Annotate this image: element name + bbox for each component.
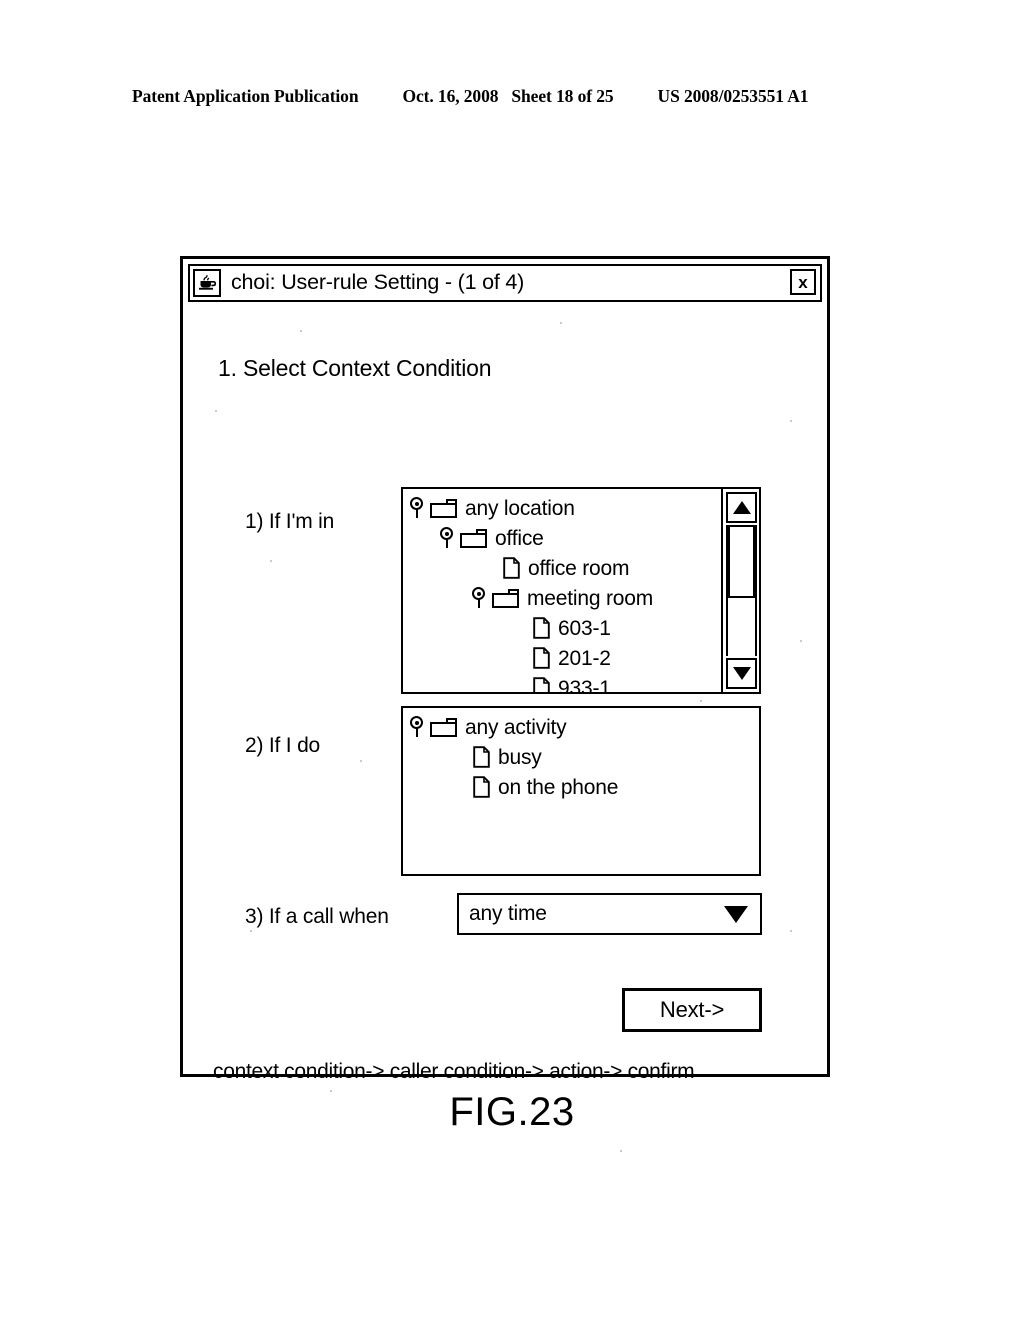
list-item-label: office room	[528, 556, 630, 580]
list-item[interactable]: 933-1	[409, 673, 719, 694]
time-dropdown[interactable]: any time	[457, 893, 762, 935]
document-icon	[473, 776, 490, 798]
tree-toggle-icon[interactable]	[471, 587, 486, 609]
list-item[interactable]: busy	[409, 742, 759, 772]
folder-icon	[460, 528, 487, 548]
time-dropdown-value: any time	[469, 902, 547, 925]
folder-icon	[492, 588, 519, 608]
list-item-label: any location	[465, 496, 575, 520]
activity-tree-list: any activity busy on the phone	[403, 708, 759, 802]
scrollbar-thumb[interactable]	[728, 525, 755, 599]
list-item[interactable]: 603-1	[409, 613, 719, 643]
close-icon[interactable]: x	[790, 269, 816, 295]
list-item-label: busy	[498, 745, 542, 769]
triangle-up-icon[interactable]	[726, 492, 757, 523]
page-title: 1. Select Context Condition	[218, 355, 492, 381]
row-label-time: 3) If a call when	[245, 905, 389, 928]
scrollbar-track[interactable]	[726, 525, 757, 656]
list-item[interactable]: office room	[409, 553, 719, 583]
document-icon	[533, 677, 550, 692]
location-tree-list: any location office office room meeting …	[403, 489, 719, 694]
list-item-label: meeting room	[527, 586, 653, 610]
tree-toggle-icon[interactable]	[439, 527, 454, 549]
activity-tree-panel[interactable]: any activity busy on the phone	[401, 706, 761, 876]
coffee-cup-icon	[193, 269, 221, 297]
list-item-label: 933-1	[558, 676, 611, 694]
triangle-down-icon[interactable]	[726, 658, 757, 689]
document-icon	[473, 746, 490, 768]
list-item-label: on the phone	[498, 775, 619, 799]
patent-sheet-label: Sheet 18 of 25	[511, 86, 614, 106]
dialog-titlebar: choi: User-rule Setting - (1 of 4) x	[188, 264, 822, 302]
tree-toggle-icon[interactable]	[409, 716, 424, 738]
list-item[interactable]: 201-2	[409, 643, 719, 673]
list-item-label: any activity	[465, 715, 567, 739]
document-icon	[533, 647, 550, 669]
patent-date-label: Oct. 16, 2008	[402, 86, 499, 106]
row-label-location: 1) If I'm in	[245, 510, 335, 533]
list-item[interactable]: any activity	[409, 712, 759, 742]
dialog-title: choi: User-rule Setting - (1 of 4)	[231, 270, 525, 295]
patent-publication-label: Patent Application Publication	[132, 86, 359, 106]
location-tree-scrollbar[interactable]	[721, 489, 759, 692]
dialog-body: 1. Select Context Condition 1) If I'm in…	[183, 307, 827, 1083]
list-item[interactable]: on the phone	[409, 772, 759, 802]
list-item-label: 603-1	[558, 616, 611, 640]
next-button[interactable]: Next->	[622, 988, 762, 1032]
tree-toggle-icon[interactable]	[409, 497, 424, 519]
document-icon	[533, 617, 550, 639]
figure-caption: FIG.23	[449, 1090, 575, 1134]
user-rule-setting-dialog: choi: User-rule Setting - (1 of 4) x 1. …	[180, 256, 830, 1083]
list-item-label: 201-2	[558, 646, 611, 670]
patent-page-header: Patent Application Publication Oct. 16, …	[132, 86, 892, 112]
folder-icon	[430, 717, 457, 737]
list-item[interactable]: any location	[409, 493, 719, 523]
list-item[interactable]: meeting room	[409, 583, 719, 613]
folder-icon	[430, 498, 457, 518]
chevron-down-icon[interactable]	[724, 905, 748, 923]
list-item[interactable]: office	[409, 523, 719, 553]
document-icon	[503, 557, 520, 579]
breadcrumb: context condition-> caller condition-> a…	[213, 1060, 695, 1083]
patent-number-label: US 2008/0253551 A1	[657, 86, 809, 106]
list-item-label: office	[495, 526, 544, 550]
scan-speckle	[620, 1150, 622, 1152]
location-tree-panel[interactable]: any location office office room meeting …	[401, 487, 761, 694]
row-label-activity: 2) If I do	[245, 734, 321, 757]
